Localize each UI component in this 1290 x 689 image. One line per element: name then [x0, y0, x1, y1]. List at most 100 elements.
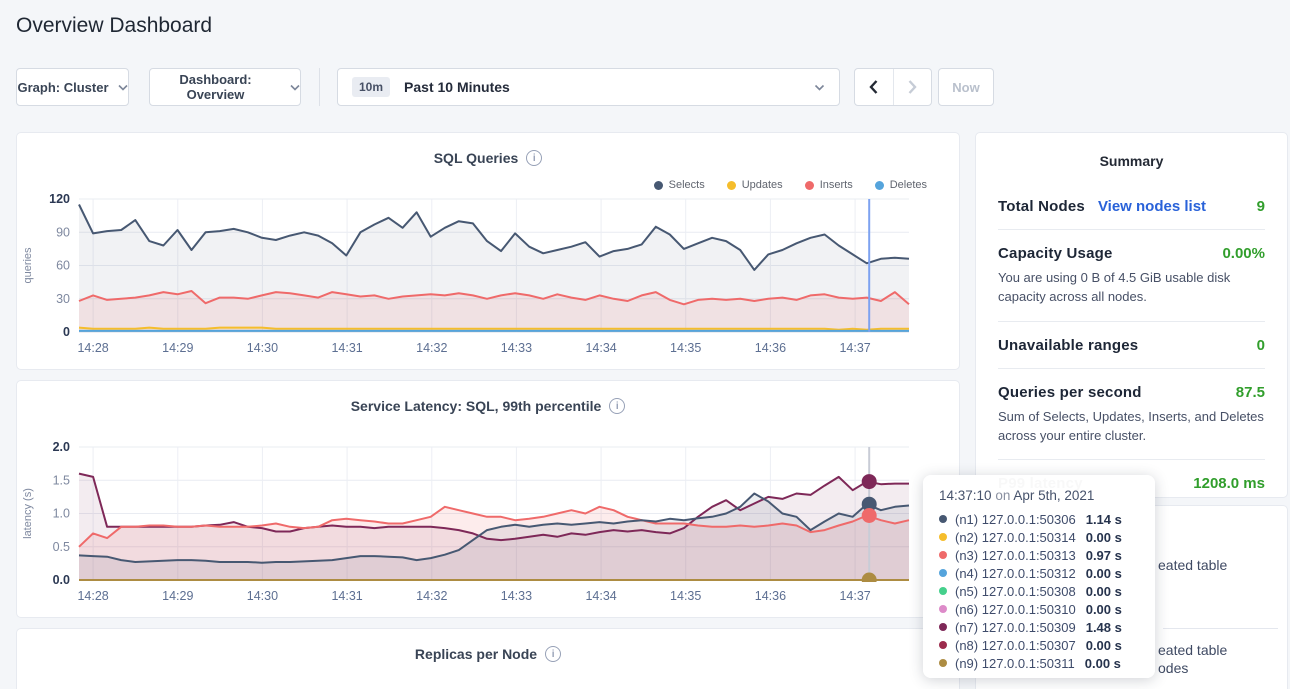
- info-icon[interactable]: i: [545, 646, 561, 662]
- chevron-right-icon: [908, 80, 917, 94]
- node-color-dot: [939, 569, 947, 577]
- replicas-per-node-panel: Replicas per Node i: [16, 628, 960, 689]
- node-address: (n3) 127.0.0.1:50313: [955, 548, 1076, 563]
- tooltip-node-row: (n5) 127.0.0.1:503080.00 s: [939, 582, 1141, 600]
- node-address: (n9) 127.0.0.1:50311: [955, 656, 1075, 671]
- dashboard-dropdown-label: Dashboard: Overview: [150, 72, 281, 102]
- node-address: (n2) 127.0.0.1:50314: [955, 530, 1076, 545]
- tooltip-time: 14:37:10: [939, 488, 992, 503]
- legend-dot: [875, 181, 884, 190]
- summary-row: Unavailable ranges0: [998, 321, 1265, 368]
- summary-row: Capacity Usage0.00%You are using 0 B of …: [998, 229, 1265, 321]
- y-tick-label: 0.0: [53, 573, 70, 587]
- time-range-dropdown[interactable]: 10m Past 10 Minutes: [337, 68, 840, 106]
- info-icon[interactable]: i: [526, 150, 542, 166]
- node-color-dot: [939, 587, 947, 595]
- legend-item-deletes[interactable]: Deletes: [875, 179, 927, 191]
- tooltip-node-row: (n4) 127.0.0.1:50312 0.00 s: [939, 564, 1141, 582]
- summary-label: Unavailable ranges: [998, 337, 1138, 354]
- tooltip-node-row: (n3) 127.0.0.1:503130.97 s: [939, 546, 1141, 564]
- summary-label: Queries per second: [998, 384, 1142, 401]
- service-latency-panel: 0.00.51.01.52.014:2814:2914:3014:3114:32…: [16, 380, 960, 618]
- legend-item-updates[interactable]: Updates: [727, 179, 783, 191]
- summary-row: Total NodesView nodes list9: [998, 183, 1265, 229]
- summary-value: 87.5: [1236, 384, 1265, 401]
- y-axis-title: queries: [22, 247, 34, 284]
- service-latency-chart[interactable]: 0.00.51.01.52.014:2814:2914:3014:3114:32…: [17, 381, 959, 617]
- summary-description: You are using 0 B of 4.5 GiB usable disk…: [998, 269, 1265, 307]
- now-button[interactable]: Now: [938, 68, 994, 106]
- legend-dot: [727, 181, 736, 190]
- sql-queries-panel: 030609012014:2814:2914:3014:3114:3214:33…: [16, 132, 960, 370]
- chevron-left-icon: [869, 80, 878, 94]
- info-icon[interactable]: i: [609, 398, 625, 414]
- x-tick-label: 14:31: [331, 589, 362, 603]
- y-axis-title: latency (s): [22, 488, 34, 539]
- x-tick-label: 14:36: [755, 341, 786, 355]
- node-address: (n8) 127.0.0.1:50307: [955, 638, 1076, 653]
- page-title: Overview Dashboard: [16, 14, 212, 38]
- legend-label: Selects: [669, 179, 705, 191]
- sql-queries-chart[interactable]: 030609012014:2814:2914:3014:3114:3214:33…: [17, 133, 959, 369]
- x-tick-label: 14:31: [331, 341, 362, 355]
- x-tick-label: 14:30: [247, 589, 278, 603]
- y-tick-label: 1.5: [53, 473, 70, 487]
- tooltip-node-row: (n8) 127.0.0.1:503070.00 s: [939, 636, 1141, 654]
- node-color-dot: [939, 551, 947, 559]
- y-tick-label: 90: [56, 225, 70, 239]
- tooltip-node-row: (n2) 127.0.0.1:50314 0.00 s: [939, 528, 1141, 546]
- tooltip-rows: (n1) 127.0.0.1:503061.14 s(n2) 127.0.0.1…: [939, 510, 1141, 672]
- node-latency-value: 0.00 s: [1086, 530, 1122, 545]
- x-tick-label: 14:32: [416, 341, 447, 355]
- dashboard-dropdown[interactable]: Dashboard: Overview: [149, 68, 301, 106]
- tooltip-on: on: [995, 488, 1010, 503]
- event-text-fragment: eated table: [1158, 642, 1227, 658]
- node-address: (n7) 127.0.0.1:50309: [955, 620, 1076, 635]
- node-address: (n6) 127.0.0.1:50310: [955, 602, 1076, 617]
- y-tick-label: 1.0: [53, 507, 70, 521]
- time-step-buttons: [854, 68, 932, 106]
- event-text-fragment: eated table: [1158, 557, 1227, 573]
- x-tick-label: 14:29: [162, 589, 193, 603]
- summary-panel: Summary Total NodesView nodes list9Capac…: [975, 132, 1288, 498]
- x-tick-label: 14:33: [501, 589, 532, 603]
- node-latency-value: 1.48 s: [1086, 620, 1122, 635]
- step-forward-button[interactable]: [893, 69, 932, 105]
- tooltip-node-row: (n6) 127.0.0.1:503100.00 s: [939, 600, 1141, 618]
- step-back-button[interactable]: [855, 69, 893, 105]
- x-tick-label: 14:30: [247, 341, 278, 355]
- graph-dropdown[interactable]: Graph: Cluster: [16, 68, 129, 106]
- node-address: (n5) 127.0.0.1:50308: [955, 584, 1076, 599]
- x-tick-label: 14:37: [839, 341, 870, 355]
- legend-label: Updates: [742, 179, 783, 191]
- summary-value: 1208.0 ms: [1193, 475, 1265, 492]
- legend-label: Deletes: [890, 179, 927, 191]
- x-tick-label: 14:32: [416, 589, 447, 603]
- time-range-label: Past 10 Minutes: [404, 79, 510, 95]
- node-color-dot: [939, 515, 947, 523]
- x-tick-label: 14:34: [585, 341, 616, 355]
- y-tick-label: 2.0: [53, 440, 70, 454]
- tooltip-node-row: (n1) 127.0.0.1:503061.14 s: [939, 510, 1141, 528]
- x-tick-label: 14:36: [755, 589, 786, 603]
- x-tick-label: 14:35: [670, 589, 701, 603]
- chart-title: Service Latency: SQL, 99th percentile: [351, 398, 602, 414]
- node-latency-value: 0.00 s: [1086, 566, 1122, 581]
- summary-value: 9: [1257, 198, 1265, 215]
- node-color-dot: [939, 533, 947, 541]
- graph-dropdown-label: Graph: Cluster: [17, 80, 108, 95]
- tooltip-node-row: (n9) 127.0.0.1:503110.00 s: [939, 654, 1141, 672]
- overview-dashboard-page: Overview Dashboard Graph: Cluster Dashbo…: [0, 0, 1290, 689]
- y-tick-label: 120: [49, 192, 70, 206]
- node-address: (n4) 127.0.0.1:50312: [955, 566, 1076, 581]
- node-address: (n1) 127.0.0.1:50306: [955, 512, 1076, 527]
- summary-description: Sum of Selects, Updates, Inserts, and De…: [998, 408, 1265, 446]
- summary-rows: Total NodesView nodes list9Capacity Usag…: [976, 177, 1287, 506]
- view-nodes-list-link[interactable]: View nodes list: [1098, 198, 1206, 215]
- chevron-down-icon: [118, 84, 128, 91]
- legend-item-inserts[interactable]: Inserts: [805, 179, 853, 191]
- chart-title: Replicas per Node: [415, 646, 537, 662]
- legend-item-selects[interactable]: Selects: [654, 179, 705, 191]
- summary-value: 0.00%: [1222, 245, 1265, 262]
- x-tick-label: 14:34: [585, 589, 616, 603]
